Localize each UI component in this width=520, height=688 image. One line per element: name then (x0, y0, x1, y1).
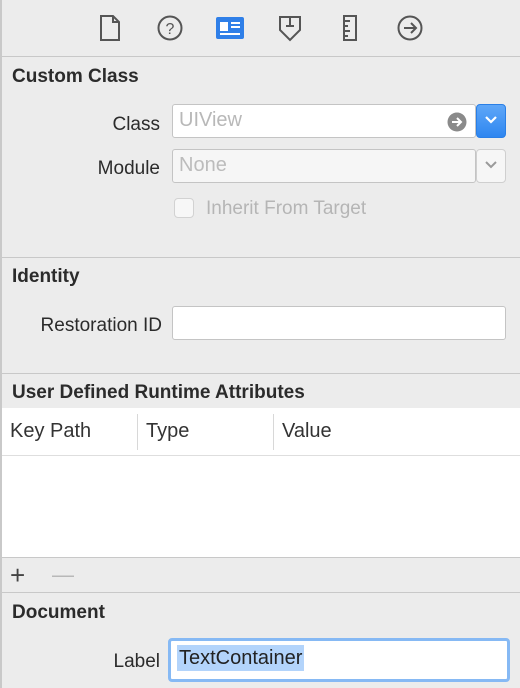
file-inspector-icon[interactable] (94, 12, 126, 44)
module-placeholder: None (179, 154, 227, 176)
identity-title: Identity (12, 266, 80, 287)
document-label-label: Label (113, 651, 161, 672)
chevron-down-icon (484, 112, 498, 130)
toolbar-divider (2, 56, 520, 57)
identity-inspector-icon[interactable] (214, 12, 246, 44)
size-inspector-icon[interactable] (334, 12, 366, 44)
restoration-id-field[interactable] (172, 306, 506, 340)
module-dropdown-button[interactable] (476, 149, 506, 183)
class-placeholder: UIView (179, 109, 242, 131)
module-field[interactable]: None (172, 149, 476, 183)
inherit-from-target-label: Inherit From Target (206, 198, 367, 219)
column-header-key-path[interactable]: Key Path (10, 420, 91, 443)
left-border (0, 0, 2, 688)
column-header-type[interactable]: Type (146, 420, 189, 443)
remove-attribute-button[interactable]: — (52, 562, 74, 588)
class-field[interactable]: UIView (172, 104, 476, 138)
section-divider (2, 257, 520, 258)
navigate-arrow-icon[interactable] (447, 111, 467, 141)
chevron-down-icon (484, 157, 498, 175)
document-label-value: TextContainer (177, 645, 305, 671)
runtime-attributes-title: User Defined Runtime Attributes (12, 382, 305, 403)
module-label: Module (97, 158, 160, 179)
class-label: Class (112, 114, 160, 135)
class-dropdown-button[interactable] (476, 104, 506, 138)
section-divider (2, 592, 520, 593)
restoration-id-label: Restoration ID (40, 315, 162, 336)
column-divider (273, 414, 274, 450)
table-bottom-divider (2, 557, 520, 558)
document-label-field[interactable]: TextContainer (168, 638, 510, 682)
runtime-attributes-table[interactable]: Key Path Type Value (2, 408, 520, 558)
document-title: Document (12, 602, 105, 623)
inherit-from-target-checkbox[interactable] (174, 198, 194, 218)
column-divider (137, 414, 138, 450)
svg-text:?: ? (166, 21, 175, 38)
quick-help-icon[interactable]: ? (154, 12, 186, 44)
column-header-value[interactable]: Value (282, 420, 332, 443)
attributes-inspector-icon[interactable] (274, 12, 306, 44)
table-header-divider (2, 455, 520, 456)
add-attribute-button[interactable]: + (10, 561, 25, 589)
custom-class-title: Custom Class (12, 66, 139, 87)
inspector-toolbar: ? (0, 0, 520, 56)
connections-inspector-icon[interactable] (394, 12, 426, 44)
section-divider (2, 373, 520, 374)
